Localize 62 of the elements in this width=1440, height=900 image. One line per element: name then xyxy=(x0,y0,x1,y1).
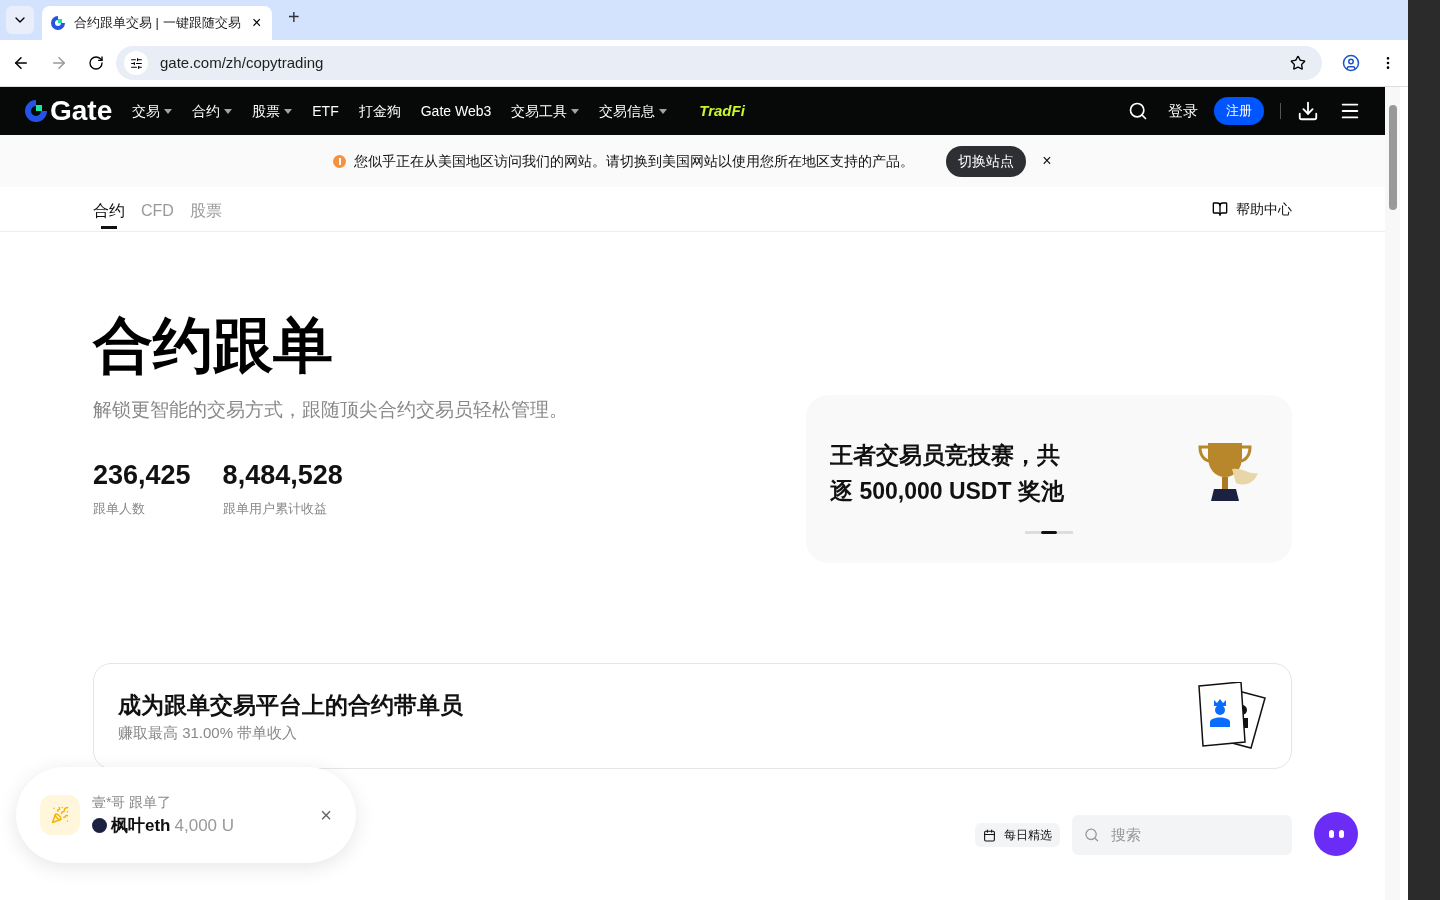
logo-icon xyxy=(24,99,48,123)
stat-label: 跟单用户累计收益 xyxy=(222,500,328,518)
nav-item[interactable]: 交易工具 xyxy=(511,100,580,122)
nav-item[interactable]: 交易信息 xyxy=(599,100,668,122)
nav-item[interactable]: ETF xyxy=(312,100,339,122)
site-icon xyxy=(50,15,66,31)
follow-amount: 4,000 U xyxy=(174,814,235,837)
daily-picks-button[interactable]: 每日精选 xyxy=(975,823,1060,847)
assistant-button[interactable] xyxy=(1314,812,1358,856)
switch-site-button[interactable]: 切换站点 xyxy=(946,145,1027,177)
login-link[interactable]: 登录 xyxy=(1168,99,1198,123)
leader-card[interactable]: 成为跟单交易平台上的合约带单员 赚取最高 31.00% 带单收入 xyxy=(93,663,1292,769)
nav-item[interactable]: 合约 xyxy=(192,100,233,122)
toast-close-button[interactable]: × xyxy=(320,800,332,830)
register-button[interactable]: 注册 xyxy=(1214,97,1264,125)
page-title: 合约跟单 xyxy=(93,311,334,381)
forward-icon[interactable] xyxy=(50,54,68,72)
nav-item[interactable]: 打金狗 xyxy=(358,100,401,122)
search-field[interactable]: 搜索 xyxy=(1072,815,1292,855)
address-field[interactable]: gate.com/zh/copytrading xyxy=(116,46,1322,80)
promo-banner[interactable]: 王者交易员竞技赛，共逐 500,000 USDT 奖池 xyxy=(806,395,1292,563)
tab-title: 合约跟单交易 | 一键跟随交易 xyxy=(74,14,242,33)
category-tab[interactable]: 合约 xyxy=(93,189,125,229)
stat-value: 236,425 xyxy=(93,458,191,492)
help-center-link[interactable]: 帮助中心 xyxy=(1236,198,1292,220)
profile-icon[interactable] xyxy=(1342,54,1360,72)
slide-indicator[interactable] xyxy=(1041,531,1057,534)
trader-name: 枫叶eth xyxy=(111,814,171,837)
download-icon[interactable] xyxy=(1297,100,1319,122)
notice-close-button[interactable]: × xyxy=(1042,149,1052,173)
site-settings-icon[interactable] xyxy=(124,51,148,75)
back-icon[interactable] xyxy=(12,54,30,72)
tab-close-button[interactable]: × xyxy=(252,11,262,35)
stat-value: 8,484,528 xyxy=(222,458,343,492)
tab-list-button[interactable] xyxy=(6,6,34,34)
toast-text: 壹*哥 跟单了 xyxy=(92,792,173,812)
page-subtitle: 解锁更智能的交易方式，跟随顶尖合约交易员轻松管理。 xyxy=(93,398,569,422)
scrollbar[interactable] xyxy=(1385,87,1400,900)
nav-item[interactable]: 股票 xyxy=(252,100,293,122)
warning-icon xyxy=(333,154,347,168)
notice-text: 您似乎正在从美国地区访问我们的网站。请切换到美国网站以使用您所在地区支持的产品。 xyxy=(354,151,915,171)
search-icon[interactable] xyxy=(1128,101,1148,121)
search-input[interactable]: 搜索 xyxy=(1111,823,1280,847)
url-text: gate.com/zh/copytrading xyxy=(160,52,325,73)
search-icon xyxy=(1084,826,1100,844)
leader-card-title: 成为跟单交易平台上的合约带单员 xyxy=(118,690,464,720)
leader-card-subtitle: 赚取最高 31.00% 带单收入 xyxy=(118,723,299,743)
calendar-icon xyxy=(983,828,996,842)
book-icon xyxy=(1212,201,1228,217)
stat-label: 跟单人数 xyxy=(93,500,146,518)
bookmark-icon[interactable] xyxy=(1290,55,1306,71)
banner-title: 王者交易员竞技赛，共逐 500,000 USDT 奖池 xyxy=(830,441,1065,506)
nav-item[interactable]: Gate Web3 xyxy=(420,100,492,122)
nav-item[interactable]: 交易 xyxy=(132,100,173,122)
new-tab-button[interactable]: + xyxy=(288,2,300,32)
trader-avatar xyxy=(92,818,107,833)
logo-text: Gate xyxy=(50,97,113,125)
reload-icon[interactable] xyxy=(88,55,104,71)
tradfi-link[interactable]: TradFi xyxy=(699,99,745,123)
browser-tab[interactable]: 合约跟单交易 | 一键跟随交易 × xyxy=(42,6,272,40)
party-icon xyxy=(40,795,80,835)
cards-icon xyxy=(1197,682,1267,750)
